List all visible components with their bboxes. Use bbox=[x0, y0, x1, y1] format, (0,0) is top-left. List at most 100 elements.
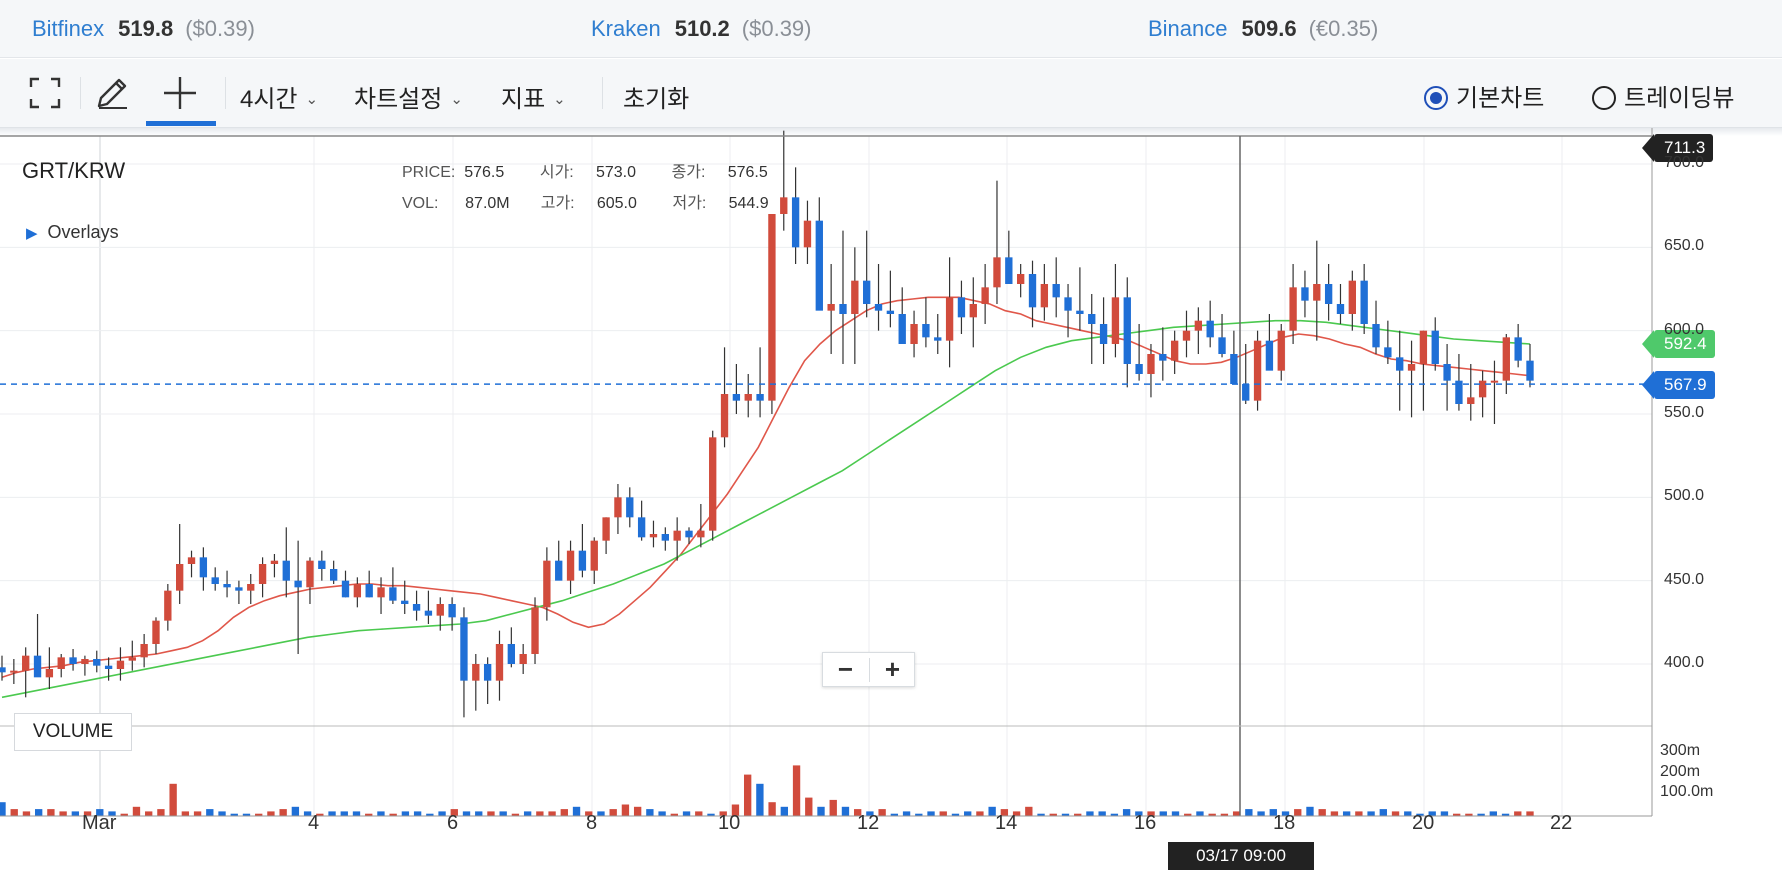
candle-body bbox=[1147, 354, 1155, 374]
pencil-icon[interactable] bbox=[92, 73, 132, 113]
candle-body bbox=[934, 337, 942, 341]
radio-unselected-icon bbox=[1592, 85, 1616, 110]
volume-bar bbox=[22, 811, 31, 816]
volume-bar bbox=[1342, 811, 1351, 816]
overlays-toggle[interactable]: ▶ Overlays bbox=[26, 222, 119, 243]
candle-body bbox=[922, 324, 930, 338]
crosshair-icon[interactable] bbox=[160, 73, 200, 113]
active-tool-indicator bbox=[146, 121, 216, 126]
volume-bar bbox=[401, 811, 410, 816]
candle-body bbox=[294, 580, 302, 588]
candle-body bbox=[81, 659, 89, 664]
volume-bar bbox=[536, 811, 544, 816]
zoom-out-button[interactable]: − bbox=[823, 655, 868, 683]
tradingview-radio[interactable]: 트레이딩뷰 bbox=[1592, 78, 1734, 113]
play-triangle-icon: ▶ bbox=[26, 225, 38, 242]
reset-button[interactable]: 초기화 bbox=[623, 79, 689, 114]
crosshair-time-badge: 03/17 09:00 bbox=[1168, 842, 1314, 870]
chart-grid bbox=[0, 136, 1652, 816]
volume-bar bbox=[1122, 809, 1131, 816]
volume-bar bbox=[1367, 811, 1375, 816]
candle-body bbox=[1324, 284, 1333, 304]
zoom-control: − + bbox=[822, 652, 915, 687]
candle-body bbox=[483, 664, 492, 681]
candle-body bbox=[863, 280, 871, 304]
exchange-binance[interactable]: Binance 509.6 (€0.35) bbox=[1148, 16, 1378, 42]
open-value: 573.0 bbox=[595, 164, 637, 181]
chart-settings-dropdown[interactable]: 차트설정 ⌄ bbox=[354, 79, 463, 114]
chevron-down-icon: ⌄ bbox=[450, 90, 463, 108]
candle-body bbox=[1348, 280, 1356, 314]
exchange-kraken[interactable]: Kraken 510.2 ($0.39) bbox=[591, 16, 812, 42]
zoom-in-button[interactable]: + bbox=[870, 655, 915, 683]
candle-body bbox=[614, 497, 622, 518]
candle-body bbox=[1040, 284, 1049, 308]
volume-bar bbox=[1489, 811, 1497, 816]
candle-body bbox=[1384, 347, 1392, 358]
candle-body bbox=[1301, 287, 1309, 301]
candle-body bbox=[993, 257, 1001, 288]
candle-body bbox=[1419, 330, 1428, 364]
candle-body bbox=[945, 297, 954, 341]
candle-body bbox=[1502, 337, 1510, 381]
fullscreen-icon[interactable] bbox=[25, 73, 65, 113]
candle-body bbox=[235, 587, 243, 591]
volume-bar bbox=[71, 811, 80, 816]
x-tick-label: 10 bbox=[718, 812, 741, 834]
basic-chart-radio[interactable]: 기본차트 bbox=[1424, 78, 1544, 113]
exchange-name[interactable]: Kraken bbox=[591, 16, 661, 41]
candle-body bbox=[353, 584, 362, 598]
volume-bar bbox=[1379, 809, 1387, 816]
volume-tick-label: 200m bbox=[1660, 763, 1701, 780]
volume-bar bbox=[413, 811, 422, 816]
candle-body bbox=[981, 287, 989, 304]
volume-bar bbox=[817, 806, 825, 816]
candle-body bbox=[211, 577, 219, 584]
volume-bar bbox=[291, 806, 300, 816]
volume-bar bbox=[169, 783, 177, 816]
y-tick-label: 550.0 bbox=[1664, 404, 1705, 421]
candle-body bbox=[815, 220, 823, 311]
candle-body bbox=[1514, 337, 1522, 361]
candle-body bbox=[329, 569, 338, 581]
y-tick-label: 700.0 bbox=[1664, 154, 1705, 171]
volume-bar bbox=[572, 806, 581, 816]
volume-bar bbox=[695, 811, 703, 816]
candle-body bbox=[969, 304, 977, 318]
candle-body bbox=[732, 394, 741, 401]
candle-body bbox=[377, 587, 385, 598]
interval-dropdown[interactable]: 4시간 ⌄ bbox=[240, 79, 318, 114]
candle-body bbox=[578, 550, 587, 571]
volume-bar bbox=[1086, 811, 1094, 816]
volume-bar bbox=[218, 811, 226, 816]
candle-body bbox=[1313, 284, 1321, 301]
indicators-dropdown[interactable]: 지표 ⌄ bbox=[501, 79, 566, 114]
candle-body bbox=[1230, 354, 1238, 384]
y-tick-label: 450.0 bbox=[1664, 570, 1705, 588]
exchange-name[interactable]: Binance bbox=[1148, 16, 1228, 41]
volume-bar bbox=[132, 806, 141, 816]
exchange-name[interactable]: Bitfinex bbox=[32, 16, 104, 41]
x-tick-label: 20 bbox=[1412, 812, 1435, 834]
candle-body bbox=[590, 540, 598, 571]
exchange-price: 510.2 bbox=[674, 16, 730, 41]
candle-body bbox=[164, 590, 172, 621]
x-tick-label: 4 bbox=[308, 812, 320, 834]
volume-bar bbox=[487, 811, 495, 816]
toolbar-divider bbox=[602, 77, 603, 109]
candle-body bbox=[472, 664, 480, 681]
volume-bar bbox=[768, 802, 776, 816]
volume-bar bbox=[743, 774, 752, 816]
candle-body bbox=[10, 670, 18, 673]
candlesticks bbox=[0, 130, 1534, 718]
candle-body bbox=[223, 584, 231, 588]
candle-body bbox=[519, 654, 527, 664]
price-chart[interactable] bbox=[0, 128, 1782, 872]
candle-body bbox=[910, 324, 918, 344]
candle-body bbox=[1526, 360, 1534, 381]
candle-body bbox=[1064, 297, 1072, 311]
exchange-bitfinex[interactable]: Bitfinex 519.8 ($0.39) bbox=[32, 16, 255, 42]
candle-body bbox=[1277, 330, 1285, 371]
candle-body bbox=[874, 304, 883, 311]
candle-body bbox=[886, 310, 895, 314]
